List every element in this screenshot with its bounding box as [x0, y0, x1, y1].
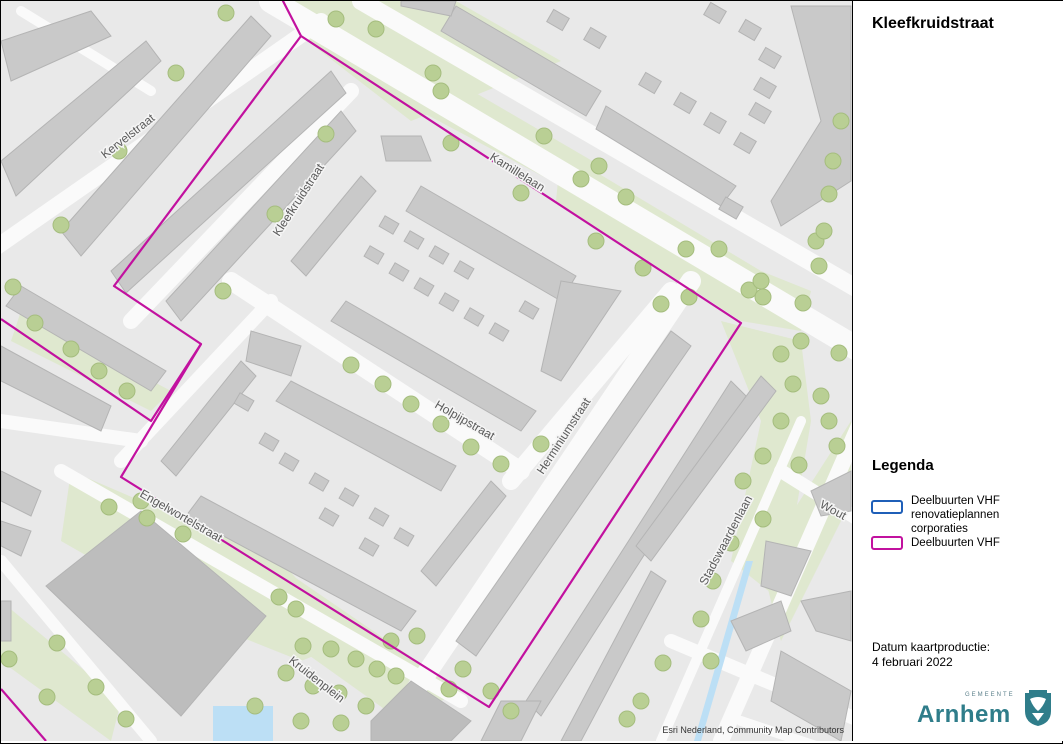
logo-gemeente-text: GEMEENTE	[965, 692, 1015, 698]
legend-swatch-magenta	[871, 536, 903, 550]
legend-label-vhf-renovatie: Deelbuurten VHF renovatieplannen corpora…	[911, 495, 1000, 535]
legend-swatch-blue	[871, 500, 903, 514]
map-title: Kleefkruidstraat	[872, 15, 994, 32]
legend-label-vhf: Deelbuurten VHF	[911, 537, 1000, 549]
arnhem-crest-icon	[1025, 690, 1051, 726]
legend-panel: Kleefkruidstraat Legenda Deelbuurten VHF…	[852, 1, 1063, 741]
water-area	[213, 706, 273, 741]
production-date-value: 4 februari 2022	[872, 655, 953, 669]
production-date-label: Datum kaartproductie:	[872, 640, 991, 654]
legend-title: Legenda	[872, 457, 934, 474]
logo-arnhem-text: Arnhem	[917, 701, 1011, 728]
map-attribution: Esri Nederland, Community Map Contributo…	[662, 725, 844, 735]
map-view[interactable]: Kervelstraat Kleefkruidstraat Kamillelaa…	[1, 1, 852, 741]
map-canvas[interactable]: Kervelstraat Kleefkruidstraat Kamillelaa…	[1, 1, 852, 741]
arnhem-logo: GEMEENTE Arnhem	[917, 687, 1057, 731]
